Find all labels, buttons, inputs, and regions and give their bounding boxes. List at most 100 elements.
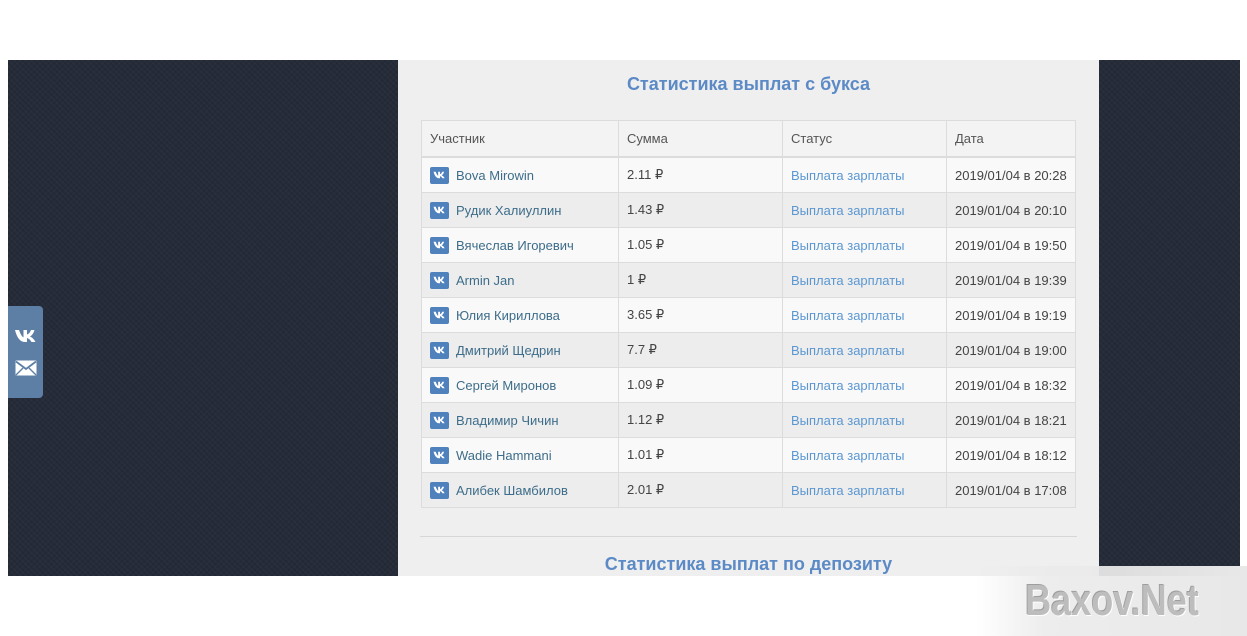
date-cell: 2019/01/04 в 18:32 [946,367,1076,403]
user-name: Дмитрий Щедрин [456,342,561,358]
date-cell: 2019/01/04 в 20:28 [946,156,1076,193]
column-header-status: Статус [782,120,947,158]
status-link[interactable]: Выплата зарплаты [791,238,905,253]
table-row: Юлия Кириллова 3.65 ₽ Выплата зарплаты 2… [421,297,1076,333]
social-sidebar [8,306,43,398]
user-name: Armin Jan [456,272,515,288]
user-link[interactable]: Armin Jan [430,271,610,289]
user-link[interactable]: Рудик Халиуллин [430,201,610,219]
vk-icon [430,236,449,254]
vk-icon [430,271,449,289]
table-row: Bova Mirowin 2.11 ₽ Выплата зарплаты 201… [421,156,1076,193]
date-cell: 2019/01/04 в 18:12 [946,437,1076,473]
table-row: Armin Jan 1 ₽ Выплата зарплаты 2019/01/0… [421,262,1076,298]
status-cell: Выплата зарплаты [782,192,947,228]
status-link[interactable]: Выплата зарплаты [791,448,905,463]
status-link[interactable]: Выплата зарплаты [791,203,905,218]
user-link[interactable]: Владимир Чичин [430,411,610,429]
date-cell: 2019/01/04 в 19:39 [946,262,1076,298]
table-row: Дмитрий Щедрин 7.7 ₽ Выплата зарплаты 20… [421,332,1076,368]
user-name: Сергей Миронов [456,377,557,393]
amount-cell: 2.01 ₽ [618,472,783,508]
status-link[interactable]: Выплата зарплаты [791,378,905,393]
status-link[interactable]: Выплата зарплаты [791,273,905,288]
amount-cell: 7.7 ₽ [618,332,783,368]
column-header-user: Участник [421,120,619,158]
amount-cell: 1.01 ₽ [618,437,783,473]
status-cell: Выплата зарплаты [782,472,947,508]
status-link[interactable]: Выплата зарплаты [791,413,905,428]
user-cell: Рудик Халиуллин [421,192,619,228]
user-link[interactable]: Сергей Миронов [430,376,610,394]
user-name: Wadie Hammani [456,447,552,463]
status-link[interactable]: Выплата зарплаты [791,308,905,323]
vk-icon [430,306,449,324]
amount-cell: 2.11 ₽ [618,156,783,193]
bux-payouts-title: Статистика выплат с букса [626,74,871,94]
date-cell: 2019/01/04 в 19:00 [946,332,1076,368]
content-panel: Статистика выплат с букса Участник Сумма… [398,60,1099,576]
status-cell: Выплата зарплаты [782,227,947,263]
table-row: Владимир Чичин 1.12 ₽ Выплата зарплаты 2… [421,402,1076,438]
date-cell: 2019/01/04 в 19:50 [946,227,1076,263]
amount-cell: 1.05 ₽ [618,227,783,263]
vk-icon [430,201,449,219]
user-cell: Wadie Hammani [421,437,619,473]
user-cell: Алибек Шамбилов [421,472,619,508]
table-row: Wadie Hammani 1.01 ₽ Выплата зарплаты 20… [421,437,1076,473]
user-link[interactable]: Вячеслав Игоревич [430,236,610,254]
vk-icon [430,166,449,184]
page-background: Статистика выплат с букса Участник Сумма… [8,60,1240,576]
vk-icon [430,411,449,429]
user-link[interactable]: Алибек Шамбилов [430,481,610,499]
table-row: Вячеслав Игоревич 1.05 ₽ Выплата зарплат… [421,227,1076,263]
table-row: Сергей Миронов 1.09 ₽ Выплата зарплаты 2… [421,367,1076,403]
vk-icon [430,341,449,359]
user-name: Юлия Кириллова [456,307,560,323]
user-cell: Владимир Чичин [421,402,619,438]
amount-cell: 3.65 ₽ [618,297,783,333]
user-name: Bova Mirowin [456,167,535,183]
status-cell: Выплата зарплаты [782,262,947,298]
vk-icon [430,446,449,464]
user-name: Вячеслав Игоревич [456,237,574,253]
vk-icon[interactable] [13,325,39,347]
user-cell: Вячеслав Игоревич [421,227,619,263]
user-name: Рудик Халиуллин [456,202,562,218]
vk-icon [430,481,449,499]
date-cell: 2019/01/04 в 18:21 [946,402,1076,438]
status-link[interactable]: Выплата зарплаты [791,168,905,183]
user-link[interactable]: Дмитрий Щедрин [430,341,610,359]
status-link[interactable]: Выплата зарплаты [791,483,905,498]
status-cell: Выплата зарплаты [782,297,947,333]
status-cell: Выплата зарплаты [782,367,947,403]
amount-cell: 1.12 ₽ [618,402,783,438]
table-row: Алибек Шамбилов 2.01 ₽ Выплата зарплаты … [421,472,1076,508]
status-cell: Выплата зарплаты [782,156,947,193]
user-name: Владимир Чичин [456,412,559,428]
section-divider [420,536,1077,537]
status-link[interactable]: Выплата зарплаты [791,343,905,358]
amount-cell: 1.09 ₽ [618,367,783,403]
vk-icon [430,376,449,394]
user-cell: Сергей Миронов [421,367,619,403]
user-link[interactable]: Wadie Hammani [430,446,610,464]
date-cell: 2019/01/04 в 17:08 [946,472,1076,508]
table-header-row: Участник Сумма Статус Дата [421,120,1076,158]
status-cell: Выплата зарплаты [782,437,947,473]
column-header-date: Дата [946,120,1076,158]
user-cell: Bova Mirowin [421,156,619,193]
date-cell: 2019/01/04 в 20:10 [946,192,1076,228]
status-cell: Выплата зарплаты [782,402,947,438]
amount-cell: 1.43 ₽ [618,192,783,228]
status-cell: Выплата зарплаты [782,332,947,368]
user-cell: Armin Jan [421,262,619,298]
user-cell: Юлия Кириллова [421,297,619,333]
user-cell: Дмитрий Щедрин [421,332,619,368]
watermark-text: Baxov.Net [1024,576,1199,625]
user-link[interactable]: Юлия Кириллова [430,306,610,324]
user-name: Алибек Шамбилов [456,482,568,498]
user-link[interactable]: Bova Mirowin [430,166,610,184]
payouts-table: Участник Сумма Статус Дата Bova Mirowin … [421,120,1076,508]
mail-icon[interactable] [13,357,39,379]
